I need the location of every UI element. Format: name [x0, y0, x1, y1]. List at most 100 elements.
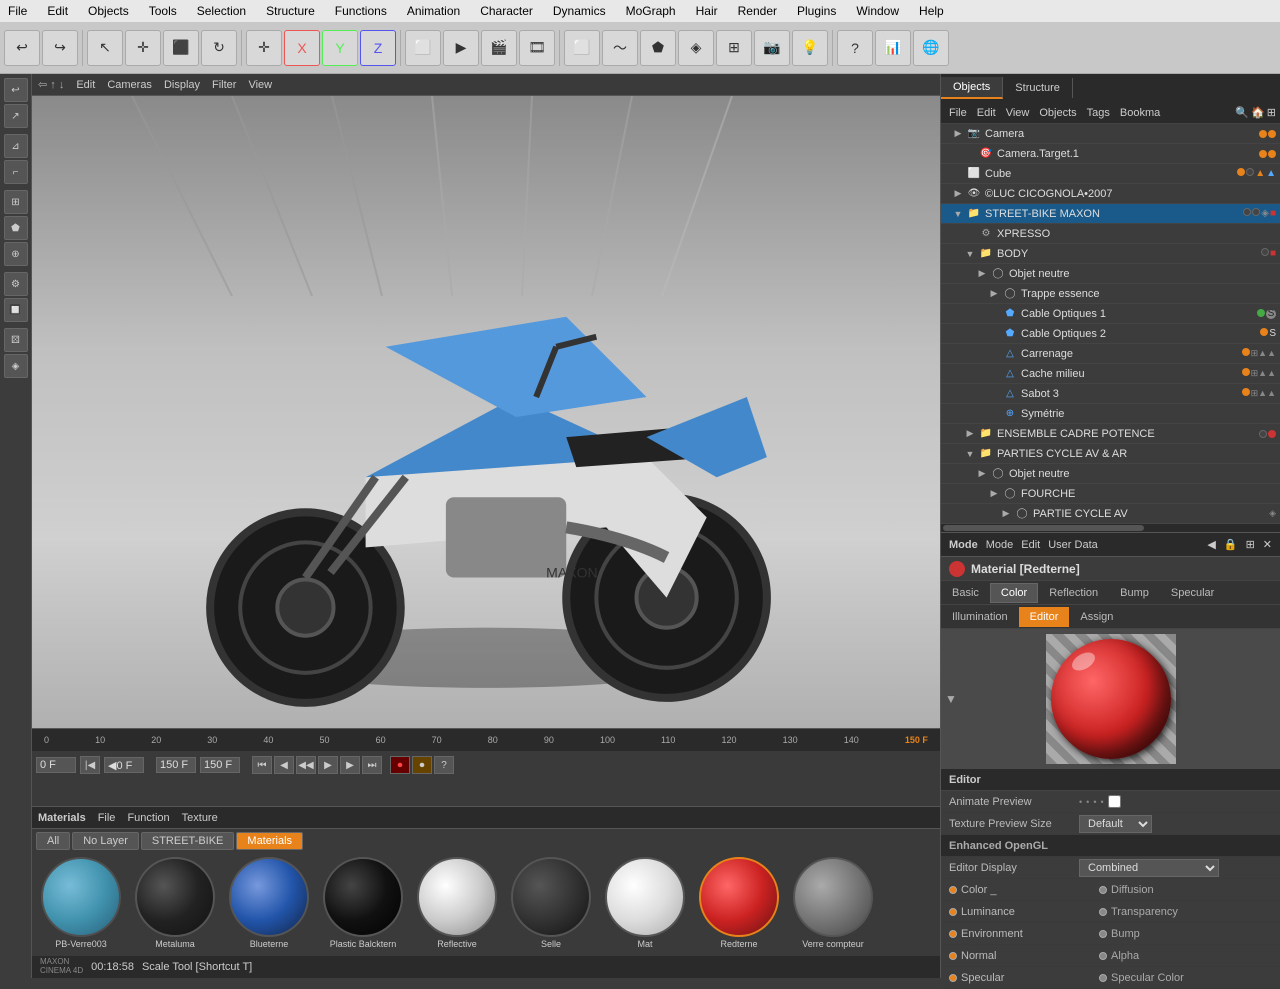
render-button[interactable]: 🎞 — [519, 30, 555, 66]
attr-close-icon[interactable]: ✕ — [1263, 538, 1272, 551]
expand-fourche[interactable]: ▶ — [989, 489, 999, 499]
attr-tab-reflection[interactable]: Reflection — [1038, 583, 1109, 603]
sidebar-tool-3[interactable]: ⊿ — [4, 134, 28, 158]
material-item-pbverre[interactable]: PB-Verre003 — [36, 857, 126, 949]
material-item-blueterne[interactable]: Blueterne — [224, 857, 314, 949]
expand-trappe[interactable]: ▶ — [989, 289, 999, 299]
add-object-button[interactable]: ✛ — [246, 30, 282, 66]
cube-button[interactable]: ⬜ — [564, 30, 600, 66]
menu-character[interactable]: Character — [476, 2, 537, 20]
tab-structure[interactable]: Structure — [1003, 78, 1073, 98]
sidebar-tool-7[interactable]: ⊕ — [4, 242, 28, 266]
start-frame-input[interactable] — [104, 757, 144, 773]
obj-menu-edit[interactable]: Edit — [973, 107, 1000, 119]
sidebar-tool-5[interactable]: ⊞ — [4, 190, 28, 214]
tree-row-cube[interactable]: ⬜ Cube ▲ ▲ — [941, 164, 1280, 184]
tree-row-ensemble[interactable]: ▶ 📁 ENSEMBLE CADRE POTENCE — [941, 424, 1280, 444]
tree-row-parties[interactable]: ▼ 📁 PARTIES CYCLE AV & AR — [941, 444, 1280, 464]
animate-preview-checkbox[interactable] — [1108, 795, 1121, 808]
tree-row-fourche[interactable]: ▶ ◯ FOURCHE — [941, 484, 1280, 504]
expand-objet-neutre[interactable]: ▶ — [977, 269, 987, 279]
tree-row-carrenage[interactable]: △ Carrenage ⊞▲▲ — [941, 344, 1280, 364]
environment-circle-icon[interactable] — [949, 930, 957, 938]
objects-scrollbar[interactable] — [943, 525, 1144, 531]
menu-dynamics[interactable]: Dynamics — [549, 2, 610, 20]
expand-carrenage[interactable] — [989, 349, 999, 359]
rotate-tool-button[interactable]: ↻ — [201, 30, 237, 66]
tree-row-sabot[interactable]: △ Sabot 3 ⊞▲▲ — [941, 384, 1280, 404]
viewport-view[interactable]: View — [248, 79, 272, 91]
menu-animation[interactable]: Animation — [403, 2, 464, 20]
luminance-circle-icon[interactable] — [949, 908, 957, 916]
render-active-button[interactable]: 🌐 — [913, 30, 949, 66]
menu-plugins[interactable]: Plugins — [793, 2, 840, 20]
texture-preview-dropdown[interactable]: Default 64x64 128x128 256x256 — [1079, 815, 1152, 833]
attr-tab-specular[interactable]: Specular — [1160, 583, 1225, 603]
tree-row-camera-target[interactable]: 🎯 Camera.Target.1 — [941, 144, 1280, 164]
sidebar-tool-6[interactable]: ⬟ — [4, 216, 28, 240]
tree-row-trappe[interactable]: ▶ ◯ Trappe essence — [941, 284, 1280, 304]
attr-tab-bump[interactable]: Bump — [1109, 583, 1160, 603]
tree-row-camera[interactable]: ▶ 📷 Camera — [941, 124, 1280, 144]
render-view-button[interactable]: ▶ — [443, 30, 479, 66]
tree-row-objet-neutre2[interactable]: ▶ ◯ Objet neutre — [941, 464, 1280, 484]
sidebar-tool-2[interactable]: ↗ — [4, 104, 28, 128]
normal-circle-icon[interactable] — [949, 952, 957, 960]
obj-home-icon[interactable]: 🏠 — [1251, 106, 1265, 119]
tree-row-cable1[interactable]: ⬟ Cable Optiques 1 S — [941, 304, 1280, 324]
filter-tab-streetbike[interactable]: STREET-BIKE — [141, 832, 235, 850]
menu-mograph[interactable]: MoGraph — [622, 2, 680, 20]
attr-tab-illumination[interactable]: Illumination — [941, 607, 1019, 627]
alpha-circle-icon[interactable] — [1099, 952, 1107, 960]
menu-help[interactable]: Help — [915, 2, 948, 20]
diffusion-circle-icon[interactable] — [1099, 886, 1107, 894]
viewport-display[interactable]: Display — [164, 79, 200, 91]
viewport-canvas[interactable]: MAXON — [32, 96, 940, 728]
obj-expand-icon[interactable]: ⊞ — [1267, 106, 1276, 119]
menu-objects[interactable]: Objects — [84, 2, 133, 20]
expand-ensemble[interactable]: ▶ — [965, 429, 975, 439]
spline-button[interactable]: 〜 — [602, 30, 638, 66]
expand-camera[interactable]: ▶ — [953, 129, 963, 139]
obj-menu-view[interactable]: View — [1002, 107, 1034, 119]
expand-symetrie[interactable] — [989, 409, 999, 419]
material-item-mat[interactable]: Mat — [600, 857, 690, 949]
help-button[interactable]: ? — [837, 30, 873, 66]
nurbs-button[interactable]: ⬟ — [640, 30, 676, 66]
material-item-reflective[interactable]: Reflective — [412, 857, 502, 949]
expand-sabot[interactable] — [989, 389, 999, 399]
go-start-button[interactable]: ⏮ — [252, 756, 272, 774]
bump-circle-icon[interactable] — [1099, 930, 1107, 938]
expand-street-bike[interactable]: ▼ — [953, 209, 963, 219]
attr-more-icon[interactable]: ⊞ — [1246, 538, 1255, 551]
camera-button[interactable]: 📷 — [754, 30, 790, 66]
y-axis-button[interactable]: Y — [322, 30, 358, 66]
preview-end-input[interactable] — [200, 757, 240, 773]
attr-lock-icon[interactable]: 🔒 — [1224, 538, 1238, 551]
menu-file[interactable]: File — [4, 2, 31, 20]
material-item-plastic[interactable]: Plastic Balcktern — [318, 857, 408, 949]
render-to-picture-button[interactable]: 📊 — [875, 30, 911, 66]
obj-menu-tags[interactable]: Tags — [1083, 107, 1114, 119]
attr-back-button[interactable]: ◀ — [1207, 538, 1215, 551]
tab-objects[interactable]: Objects — [941, 77, 1003, 99]
prev-keyframe-button[interactable]: |◀ — [80, 756, 100, 774]
material-item-metaluma[interactable]: Metaluma — [130, 857, 220, 949]
attr-menu-userdata[interactable]: User Data — [1048, 539, 1098, 551]
sidebar-tool-1[interactable]: ↩ — [4, 78, 28, 102]
viewport-cameras[interactable]: Cameras — [107, 79, 152, 91]
next-frame-button[interactable]: ▶ — [340, 756, 360, 774]
tree-row-symetrie[interactable]: ⊕ Symétrie — [941, 404, 1280, 424]
expand-partie-av[interactable]: ▶ — [1001, 509, 1011, 519]
filter-tab-nolayer[interactable]: No Layer — [72, 832, 139, 850]
attr-menu-mode[interactable]: Mode — [986, 539, 1014, 551]
expand-body[interactable]: ▼ — [965, 249, 975, 259]
x-axis-button[interactable]: X — [284, 30, 320, 66]
tree-row-objet-neutre[interactable]: ▶ ◯ Objet neutre — [941, 264, 1280, 284]
sidebar-tool-8[interactable]: ⚙ — [4, 272, 28, 296]
deformer-button[interactable]: ◈ — [678, 30, 714, 66]
effector-button[interactable]: ⊞ — [716, 30, 752, 66]
filter-tab-materials[interactable]: Materials — [236, 832, 303, 850]
select-tool-button[interactable]: ↖ — [87, 30, 123, 66]
viewport-filter[interactable]: Filter — [212, 79, 236, 91]
